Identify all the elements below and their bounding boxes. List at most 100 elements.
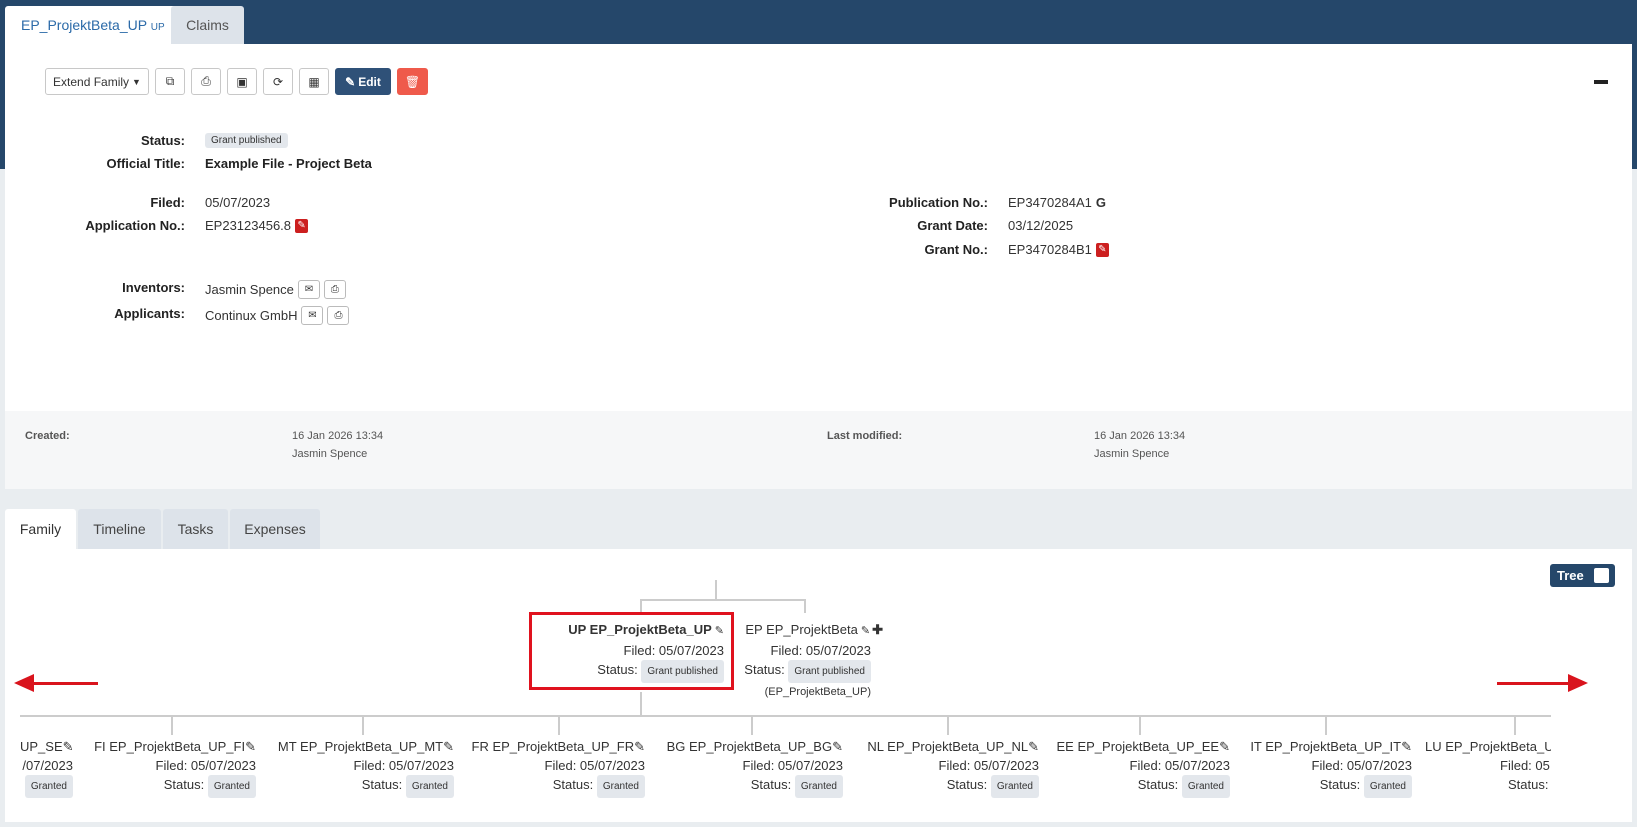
- modified-info: 16 Jan 2026 13:34 Jasmin Spence: [1094, 427, 1185, 463]
- print-icon[interactable]: ⎙: [327, 306, 350, 325]
- pdf-icon[interactable]: ✎: [295, 218, 309, 233]
- modified-by: Jasmin Spence: [1094, 448, 1170, 460]
- tree-connector: [1139, 715, 1141, 735]
- tab-timeline[interactable]: Timeline: [78, 509, 161, 549]
- status-badge: Granted: [596, 775, 645, 798]
- node-title: FI EP_ProjektBeta_UP_FI: [94, 739, 246, 754]
- created-label: Created:: [25, 430, 70, 442]
- email-icon[interactable]: ✉: [301, 306, 324, 325]
- print-icon: ⎙: [201, 74, 211, 88]
- edit-icon[interactable]: ✎: [1028, 739, 1039, 754]
- archive-icon: ▣: [236, 74, 248, 89]
- tab-tasks[interactable]: Tasks: [163, 509, 228, 549]
- family-node-child-bg[interactable]: BG EP_ProjektBeta_UP_BG✎ Filed: 05/07/20…: [650, 737, 843, 798]
- record-meta: [5, 411, 1632, 489]
- family-node-child-se[interactable]: UP_SE✎ /07/2023 Granted: [20, 737, 73, 798]
- filed-value: 05/07/2023: [205, 195, 271, 210]
- email-icon[interactable]: ✉: [297, 280, 320, 299]
- family-node-child-it[interactable]: IT EP_ProjektBeta_UP_IT✎ Filed: 05/07/20…: [1236, 737, 1412, 798]
- status-badge: Grant published: [205, 133, 288, 148]
- tab-main-label: EP_ProjektBeta_UP: [21, 17, 147, 33]
- node-filed: Filed: 05/07/2023: [353, 758, 454, 773]
- node-filed: Filed: 05: [1500, 758, 1550, 773]
- calculator-button[interactable]: ▦: [299, 68, 329, 95]
- node-filed: Filed: 05/07/2023: [742, 758, 843, 773]
- edit-icon[interactable]: ✎: [443, 739, 454, 754]
- plus-icon[interactable]: ✚: [872, 622, 883, 637]
- tree-toggle-label: Tree: [1557, 568, 1584, 583]
- edit-icon[interactable]: ✎: [634, 739, 645, 754]
- status-badge: Granted: [24, 775, 73, 798]
- copy-button[interactable]: ⧉: [155, 68, 185, 95]
- edit-label: Edit: [358, 74, 381, 89]
- family-node-child-lu[interactable]: LU EP_ProjektBeta_U Filed: 05 Status:: [1425, 737, 1551, 794]
- family-node-child-fr[interactable]: FR EP_ProjektBeta_UP_FR✎ Filed: 05/07/20…: [460, 737, 645, 798]
- calculator-icon: ▦: [308, 74, 320, 89]
- status-badge: Grant published: [788, 660, 871, 683]
- arrow-left-shaft: [32, 682, 98, 685]
- tab-claims[interactable]: Claims: [171, 6, 244, 44]
- applicant-name: Continux GmbH: [205, 308, 298, 323]
- refresh-button[interactable]: ⟳: [263, 68, 293, 95]
- node-title: LU EP_ProjektBeta_U: [1425, 739, 1551, 754]
- collapse-panel-button[interactable]: [1594, 80, 1608, 84]
- family-node-child-fi[interactable]: FI EP_ProjektBeta_UP_FI✎ Filed: 05/07/20…: [78, 737, 256, 798]
- refresh-icon: ⟳: [272, 74, 284, 89]
- print-icon[interactable]: ⎙: [323, 280, 346, 299]
- tree-connector: [640, 599, 806, 601]
- edit-icon[interactable]: ✎: [1401, 739, 1412, 754]
- status-badge: Granted: [405, 775, 454, 798]
- archive-button[interactable]: ▣: [227, 68, 257, 95]
- node-status-label: Status:: [946, 777, 988, 792]
- google-icon[interactable]: G: [1096, 195, 1106, 210]
- arrow-left-icon: [14, 674, 34, 692]
- tree-connector: [947, 715, 949, 735]
- family-node-child-mt[interactable]: MT EP_ProjektBeta_UP_MT✎ Filed: 05/07/20…: [262, 737, 454, 798]
- edit-icon[interactable]: ✎: [832, 739, 843, 754]
- inventors-value: Jasmin Spence ✉ ⎙: [205, 280, 346, 299]
- trash-icon: 🗑: [404, 74, 421, 89]
- edit-button[interactable]: ✎ Edit: [335, 68, 391, 95]
- grant-date-value: 03/12/2025: [1008, 218, 1074, 233]
- tree-connector: [558, 715, 560, 735]
- node-status-label: Status:: [1508, 777, 1549, 792]
- official-title-label: Official Title:: [106, 156, 186, 171]
- node-filed: Filed: 05/07/2023: [1311, 758, 1412, 773]
- tree-view-toggle[interactable]: Tree: [1550, 564, 1615, 587]
- tab-main-record[interactable]: EP_ProjektBeta_UP UP: [5, 6, 181, 44]
- tab-expenses[interactable]: Expenses: [230, 509, 320, 549]
- applicants-value: Continux GmbH ✉ ⎙: [205, 306, 350, 325]
- caret-down-icon: ▼: [132, 76, 141, 87]
- edit-icon[interactable]: ✎: [63, 739, 73, 754]
- family-node-child-nl[interactable]: NL EP_ProjektBeta_UP_NL✎ Filed: 05/07/20…: [850, 737, 1039, 798]
- edit-icon[interactable]: ✎: [1219, 739, 1230, 754]
- toolbar: Extend Family ▼ ⧉ ⎙ ▣ ⟳ ▦ ✎ Edit 🗑: [45, 68, 428, 95]
- delete-button[interactable]: 🗑: [397, 68, 428, 95]
- inventors-label: Inventors:: [122, 280, 185, 295]
- tab-main-suffix: UP: [150, 22, 165, 33]
- edit-icon[interactable]: ✎: [861, 622, 870, 641]
- family-node-parent[interactable]: EP EP_ProjektBeta ✎ ✚ Filed: 05/07/2023 St…: [735, 620, 883, 702]
- print-button[interactable]: ⎙: [191, 68, 221, 95]
- node-filed: Filed: 05/07/2023: [938, 758, 1039, 773]
- current-node-highlight: [529, 612, 734, 690]
- status-badge: Granted: [207, 775, 256, 798]
- grant-date-label: Grant Date:: [917, 218, 988, 233]
- node-title: UP_SE: [20, 739, 63, 754]
- node-title: IT EP_ProjektBeta_UP_IT: [1250, 739, 1402, 754]
- tab-family[interactable]: Family: [5, 509, 76, 549]
- node-status-label: Status:: [1137, 777, 1179, 792]
- extend-family-button[interactable]: Extend Family ▼: [45, 68, 149, 95]
- status-badge: Granted: [990, 775, 1039, 798]
- tree-connector: [751, 715, 753, 735]
- modified-date: 16 Jan 2026 13:34: [1094, 430, 1186, 442]
- pdf-icon[interactable]: ✎: [1095, 242, 1109, 257]
- application-no-value: EP23123456.8 ✎: [205, 218, 309, 233]
- arrow-right-shaft: [1497, 682, 1569, 685]
- tree-connector: [640, 692, 642, 716]
- publication-no-text: EP3470284A1: [1008, 195, 1092, 210]
- family-node-child-ee[interactable]: EE EP_ProjektBeta_UP_EE✎ Filed: 05/07/20…: [1046, 737, 1230, 798]
- edit-icon[interactable]: ✎: [245, 739, 256, 754]
- node-filed: Filed: 05/07/2023: [155, 758, 256, 773]
- tree-connector: [804, 599, 806, 613]
